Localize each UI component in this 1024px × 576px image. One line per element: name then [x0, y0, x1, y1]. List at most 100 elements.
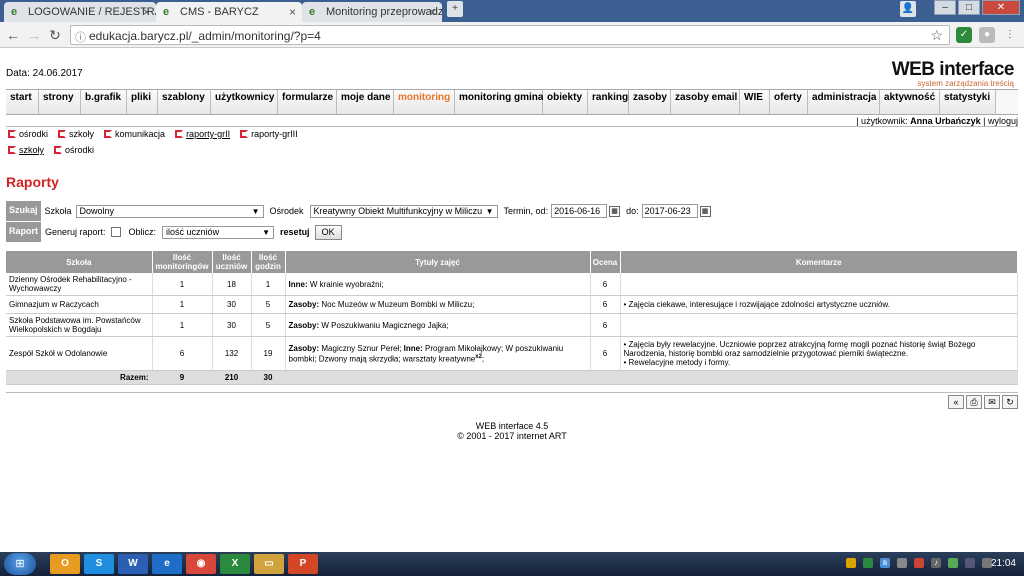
- new-tab-icon[interactable]: +: [447, 1, 463, 17]
- cell-school: Gimnazjum w Raczycach: [6, 295, 153, 314]
- menu-item-formularze[interactable]: formularze: [278, 90, 337, 114]
- menu-item-szablony[interactable]: szablony: [158, 90, 211, 114]
- menu-item-wie[interactable]: WIE: [740, 90, 770, 114]
- back-icon[interactable]: ←: [4, 26, 22, 44]
- menu-item-rankingi[interactable]: rankingi: [588, 90, 631, 114]
- security-icon[interactable]: [914, 558, 924, 568]
- date-to-input[interactable]: 2017-06-23: [641, 204, 698, 218]
- skype-icon[interactable]: S: [84, 554, 114, 574]
- cell-grade: 6: [590, 273, 621, 296]
- reset-link[interactable]: resetuj: [280, 227, 310, 237]
- browser-tab-1[interactable]: e LOGOWANIE / REJESTRA ×: [4, 2, 156, 22]
- calc-select[interactable]: ilość uczniów ▼: [162, 225, 275, 239]
- ok-button[interactable]: OK: [314, 224, 342, 240]
- generate-report-checkbox[interactable]: [110, 227, 121, 237]
- submenu-arrow-icon: [58, 130, 67, 138]
- minimize-icon[interactable]: –: [934, 0, 956, 15]
- menu-item-statystyki[interactable]: statystyki: [940, 90, 996, 114]
- close-icon[interactable]: ×: [143, 5, 150, 19]
- wifi-icon[interactable]: [965, 558, 975, 568]
- avast-icon[interactable]: [863, 558, 873, 568]
- menu-item-oferty[interactable]: oferty: [770, 90, 808, 114]
- menu-item-uzytkownicy[interactable]: użytkownicy: [211, 90, 278, 114]
- back-double-icon[interactable]: «: [948, 395, 964, 409]
- title-part: Inne:: [403, 343, 423, 353]
- mail-icon[interactable]: ✉: [984, 395, 1000, 409]
- reload-icon[interactable]: ↻: [46, 26, 64, 44]
- submenu-primary: ośrodki szkoły komunikacja raporty-grII …: [8, 129, 298, 139]
- submenu-item-komunikacja[interactable]: komunikacja: [104, 129, 165, 139]
- date-from-input[interactable]: 2016-06-16: [551, 204, 608, 218]
- explorer-icon[interactable]: ▭: [254, 554, 284, 574]
- submenu-item-szkoly[interactable]: szkoły: [58, 129, 94, 139]
- network-icon[interactable]: [897, 558, 907, 568]
- divider: [6, 392, 1018, 393]
- menu-item-pliki[interactable]: pliki: [127, 90, 158, 114]
- close-icon[interactable]: ×: [429, 5, 436, 19]
- extension-icon[interactable]: ✓: [956, 27, 972, 43]
- browser-tab-2[interactable]: e CMS - BARYCZ ×: [156, 2, 302, 22]
- address-bar[interactable]: ⓘ edukacja.barycz.pl/_admin/monitoring/?…: [70, 25, 950, 45]
- start-button-icon[interactable]: ⊞: [4, 553, 36, 575]
- menu-item-obiekty[interactable]: obiekty: [543, 90, 588, 114]
- close-icon[interactable]: ×: [289, 5, 296, 19]
- browser-tabstrip: e LOGOWANIE / REJESTRA × e CMS - BARYCZ …: [0, 0, 1024, 22]
- cell-monitorings: 1: [152, 313, 213, 337]
- menu-icon[interactable]: ⋮: [1002, 27, 1018, 43]
- submenu-arrow-icon: [8, 146, 16, 154]
- refresh-icon[interactable]: ↻: [1002, 395, 1018, 409]
- menu-item-aktywnosc[interactable]: aktywność: [880, 90, 940, 114]
- menu-item-administracja[interactable]: administracja: [808, 90, 880, 114]
- bookmark-star-icon[interactable]: ☆: [930, 27, 943, 44]
- submenu-item-raporty-grii[interactable]: raporty-grII: [175, 129, 230, 139]
- extension-icon[interactable]: ●: [979, 27, 995, 43]
- calendar-icon[interactable]: ▦: [699, 205, 711, 217]
- volume-icon[interactable]: ♪: [931, 558, 941, 568]
- chevron-down-icon: ▼: [485, 206, 494, 216]
- chrome-icon[interactable]: ◉: [186, 554, 216, 574]
- menu-item-monitoring[interactable]: monitoring: [394, 90, 455, 114]
- center-select[interactable]: Kreatywny Obiekt Multifunkcyjny w Milicz…: [309, 204, 498, 218]
- menu-item-start[interactable]: start: [6, 90, 39, 114]
- submenu-item-osrodki-2[interactable]: ośrodki: [54, 145, 94, 155]
- excel-icon[interactable]: X: [220, 554, 250, 574]
- word-icon[interactable]: W: [118, 554, 148, 574]
- search-form: Szukaj Szkoła Dowolny ▼ Ośrodek Kreatywny…: [6, 201, 1018, 221]
- submenu-item-szkoly-2[interactable]: szkoły: [8, 145, 44, 155]
- powerpoint-icon[interactable]: P: [288, 554, 318, 574]
- maximize-icon[interactable]: □: [958, 0, 980, 15]
- cell-school: Szkoła Podstawowa im. Powstańców Wielkop…: [6, 313, 153, 337]
- print-icon[interactable]: ⎙: [966, 395, 982, 409]
- forward-icon[interactable]: →: [25, 26, 43, 44]
- browser-tab-3[interactable]: e Monitoring przeprowadz ×: [302, 2, 442, 22]
- profile-icon[interactable]: 👤: [900, 1, 916, 17]
- calendar-icon[interactable]: ▦: [609, 205, 621, 217]
- battery-icon[interactable]: [948, 558, 958, 568]
- browser-toolbar: ← → ↻ ⓘ edukacja.barycz.pl/_admin/monito…: [0, 22, 1024, 48]
- window-close-icon[interactable]: ✕: [982, 0, 1020, 15]
- submenu-item-osrodki[interactable]: ośrodki: [8, 129, 48, 139]
- ie-icon[interactable]: e: [152, 554, 182, 574]
- outlook-icon[interactable]: O: [50, 554, 80, 574]
- site-favicon-icon: e: [163, 6, 170, 18]
- report-label: Raport: [6, 222, 41, 242]
- title-part: Zasoby:: [288, 300, 320, 309]
- school-select[interactable]: Dowolny ▼: [75, 204, 264, 218]
- menu-item-monitoring-gmina[interactable]: monitoring gmina: [455, 90, 543, 114]
- bluetooth-icon[interactable]: ʙ: [880, 558, 890, 568]
- col-header-monitorings: Ilość monitoringów: [152, 251, 213, 273]
- menu-item-zasoby[interactable]: zasoby: [629, 90, 671, 114]
- logout-link[interactable]: | wyloguj: [983, 116, 1018, 126]
- submenu-arrow-icon: [8, 130, 16, 138]
- menu-item-moje-dane[interactable]: moje dane: [337, 90, 394, 114]
- taskbar-clock[interactable]: 21:04: [991, 558, 1016, 569]
- col-header-hours: Ilość godzin: [251, 251, 286, 273]
- norton-icon[interactable]: [846, 558, 856, 568]
- table-row: Szkoła Podstawowa im. Powstańców Wielkop…: [6, 313, 1018, 337]
- table-row: Zespół Szkół w Odolanowie 6 132 19 Zasoby: M…: [6, 336, 1018, 371]
- menu-item-zasoby-email[interactable]: zasoby email: [671, 90, 740, 114]
- footer-version: WEB interface 4.5: [475, 421, 549, 431]
- menu-item-strony[interactable]: strony: [39, 90, 81, 114]
- submenu-item-raporty-griii[interactable]: raporty-grIII: [240, 129, 298, 139]
- menu-item-bgrafik[interactable]: b.grafik: [81, 90, 127, 114]
